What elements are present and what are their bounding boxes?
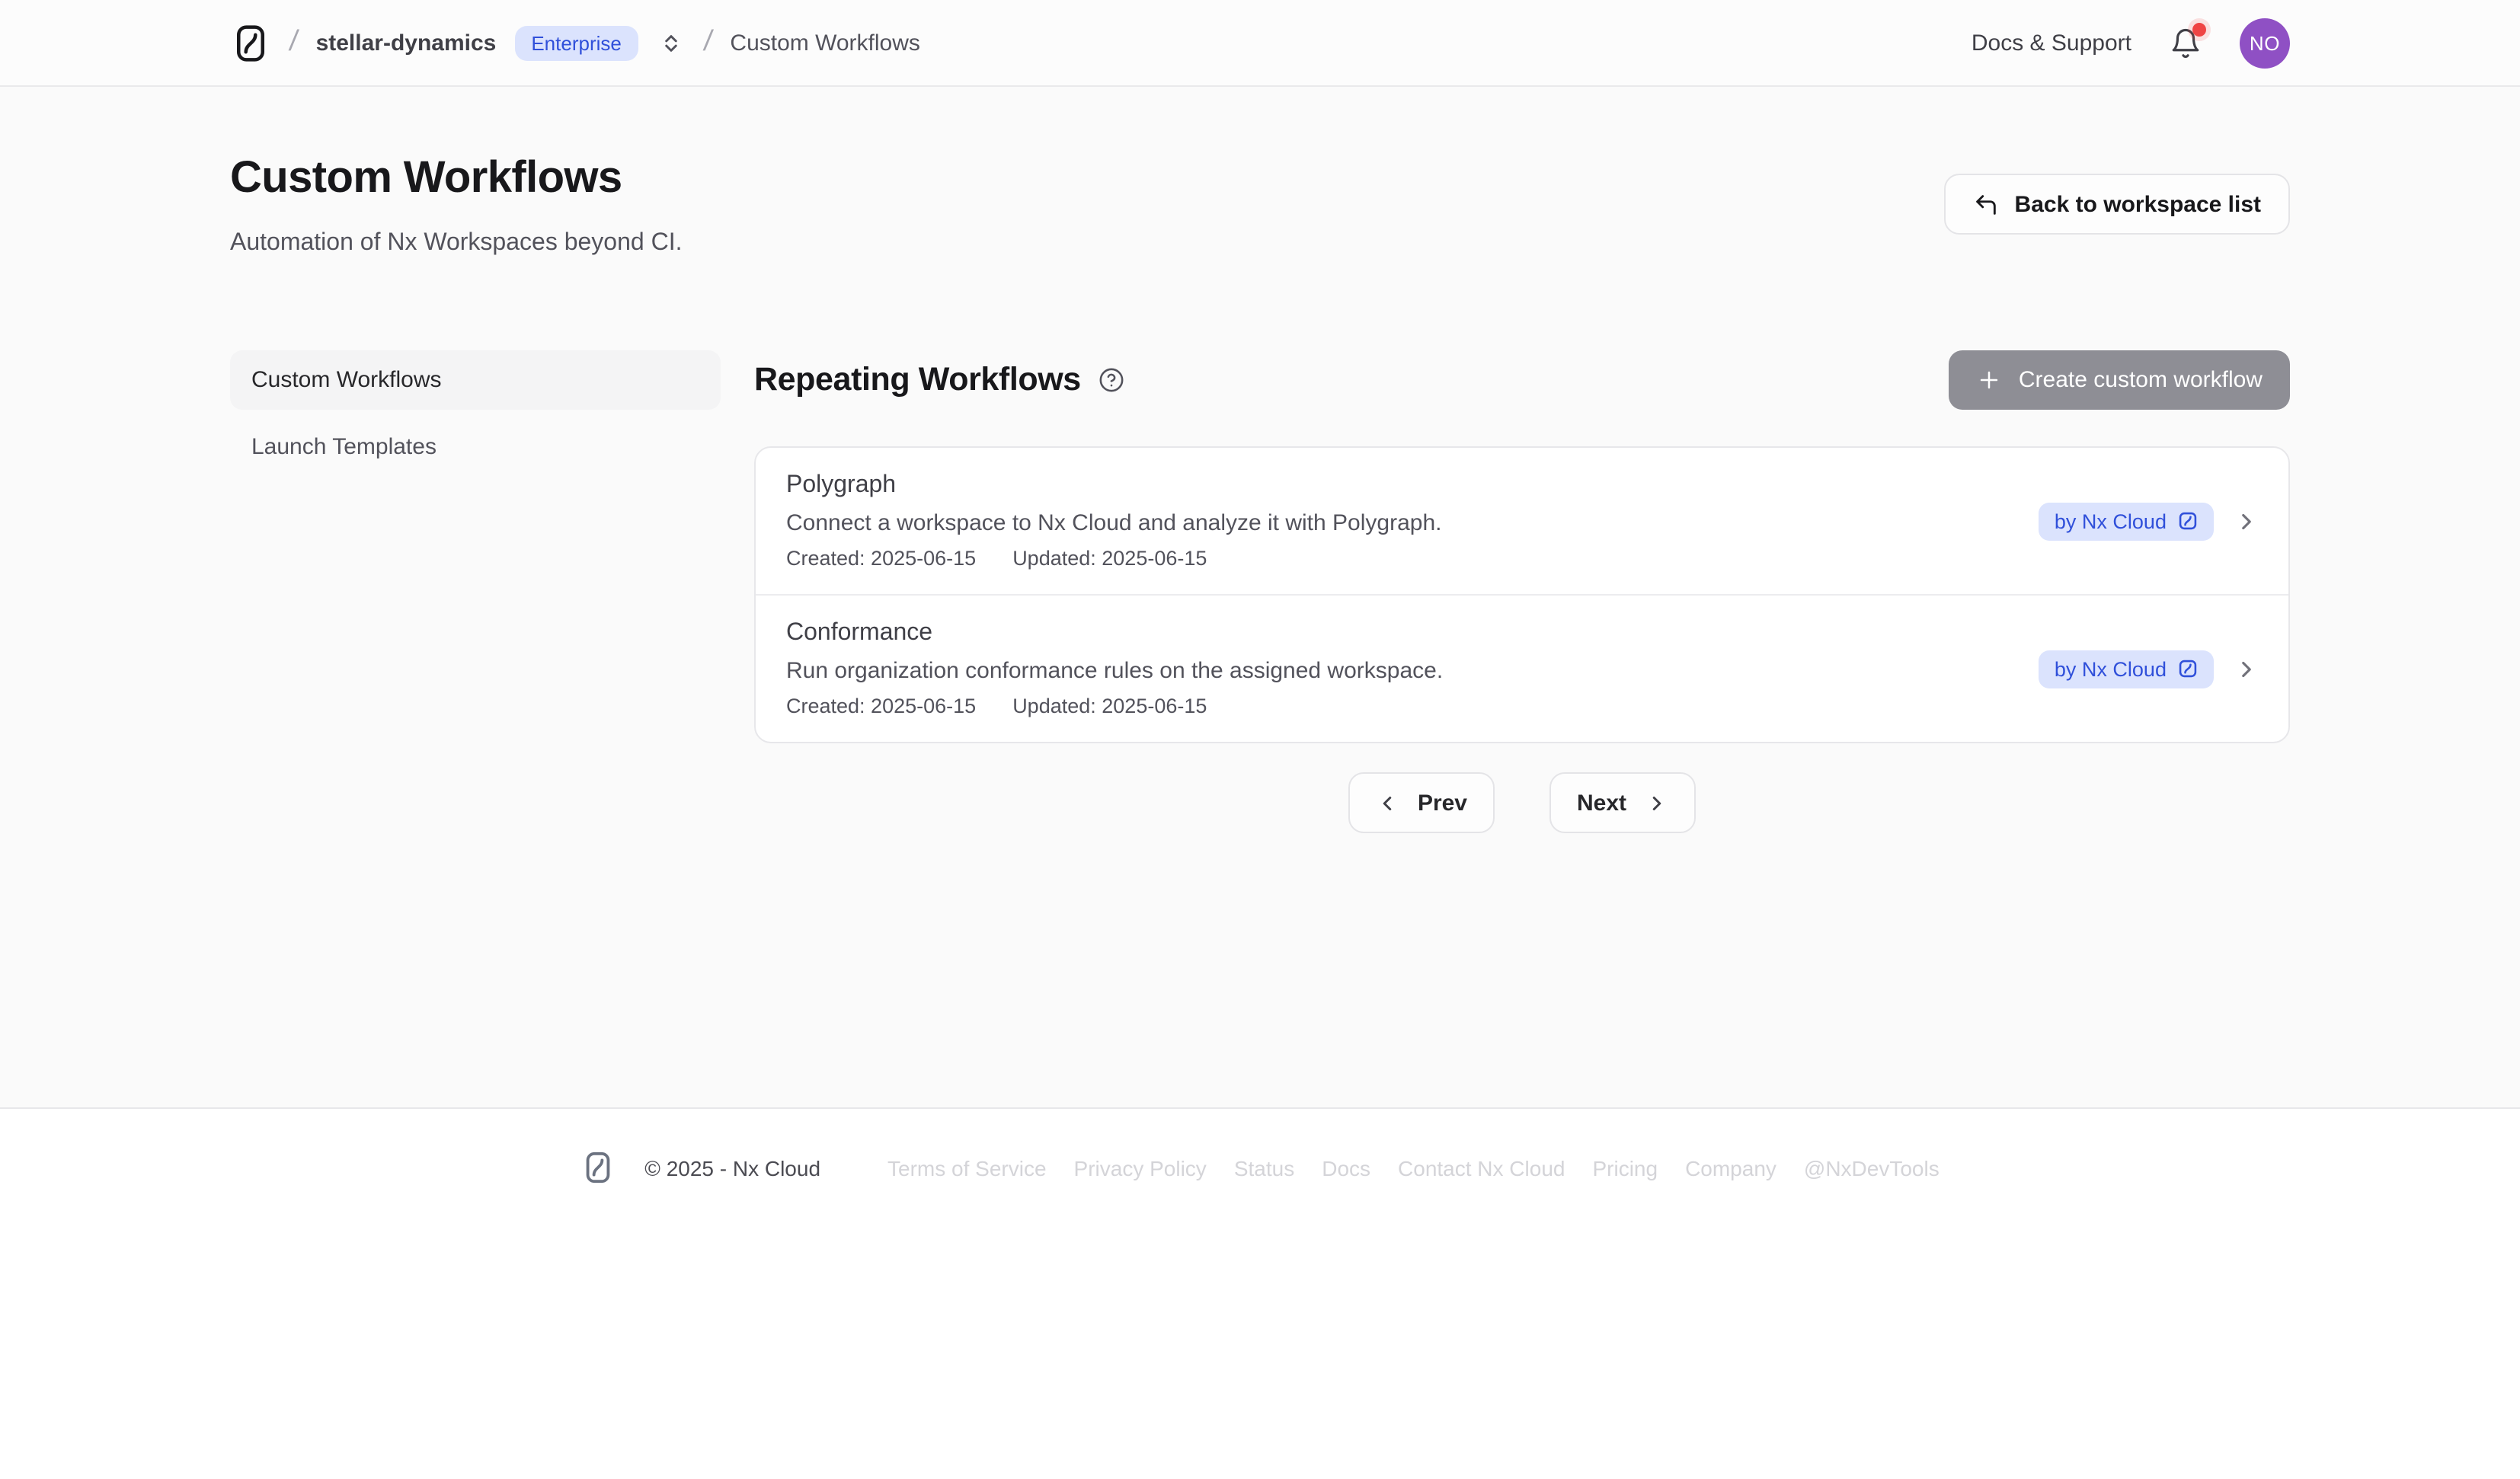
footer-link-pricing[interactable]: Pricing (1592, 1155, 1658, 1180)
create-button-label: Create custom workflow (2019, 367, 2263, 393)
chevrons-up-down-icon (660, 31, 683, 54)
workflow-updated: Updated: 2025-06-15 (1012, 695, 1207, 717)
section-title: Repeating Workflows (754, 361, 1081, 399)
nx-logo-mini-icon (2177, 658, 2199, 679)
breadcrumb: / stellar-dynamics Enterprise / Custom W… (230, 22, 920, 63)
plus-icon (1976, 367, 2002, 393)
nx-logo-icon[interactable] (230, 22, 271, 63)
by-nx-cloud-badge[interactable]: by Nx Cloud (2039, 650, 2214, 688)
page-subtitle: Automation of Nx Workspaces beyond CI. (230, 230, 682, 257)
notification-dot (2192, 22, 2206, 36)
workflow-updated: Updated: 2025-06-15 (1012, 547, 1207, 570)
page-header: Custom Workflows Automation of Nx Worksp… (230, 154, 2290, 257)
by-nx-cloud-badge[interactable]: by Nx Cloud (2039, 502, 2214, 540)
workflow-description: Connect a workspace to Nx Cloud and anal… (786, 510, 1441, 536)
top-nav: / stellar-dynamics Enterprise / Custom W… (0, 0, 2520, 87)
back-to-workspace-list-button[interactable]: Back to workspace list (1945, 174, 2290, 235)
help-circle-icon (1099, 367, 1125, 393)
breadcrumb-separator: / (287, 26, 300, 59)
chevron-left-icon (1377, 791, 1399, 814)
breadcrumb-current-page: Custom Workflows (730, 30, 920, 56)
workflow-description: Run organization conformance rules on th… (786, 658, 1443, 684)
site-footer: © 2025 - Nx Cloud Terms of Service Priva… (0, 1107, 2520, 1185)
workflow-row-actions: by Nx Cloud (2039, 502, 2259, 540)
header-actions: Docs & Support NO (1972, 18, 2290, 68)
workflow-created: Created: 2025-06-15 (786, 695, 976, 717)
next-label: Next (1577, 790, 1626, 816)
corner-up-left-icon (1974, 191, 2000, 217)
footer-links: Terms of Service Privacy Policy Status D… (887, 1155, 1940, 1180)
create-custom-workflow-button[interactable]: Create custom workflow (1949, 350, 2290, 410)
sidebar-item-launch-templates[interactable]: Launch Templates (230, 417, 721, 477)
breadcrumb-separator: / (702, 26, 715, 59)
workflow-row-actions: by Nx Cloud (2039, 650, 2259, 688)
workflow-list: Polygraph Connect a workspace to Nx Clou… (754, 446, 2290, 743)
footer-link-twitter[interactable]: @NxDevTools (1804, 1155, 1940, 1180)
docs-support-link[interactable]: Docs & Support (1972, 30, 2131, 56)
footer-link-company[interactable]: Company (1685, 1155, 1776, 1180)
workflow-meta: Created: 2025-06-15 Updated: 2025-06-15 (786, 547, 1441, 570)
back-button-label: Back to workspace list (2015, 191, 2261, 217)
workflow-row-conformance[interactable]: Conformance Run organization conformance… (756, 594, 2288, 742)
workflow-created: Created: 2025-06-15 (786, 547, 976, 570)
chevron-right-icon (1645, 791, 1668, 814)
footer-link-contact[interactable]: Contact Nx Cloud (1398, 1155, 1565, 1180)
workflow-row-text: Conformance Run organization conformance… (786, 620, 1443, 717)
workflow-name: Polygraph (786, 472, 1441, 500)
help-button[interactable] (1099, 367, 1125, 393)
badge-label: by Nx Cloud (2055, 510, 2167, 532)
chevron-right-icon (2234, 656, 2259, 682)
sidebar: Custom Workflows Launch Templates (230, 350, 721, 477)
nx-logo-mini-icon (2177, 510, 2199, 532)
page-title: Custom Workflows (230, 154, 682, 204)
user-avatar[interactable]: NO (2240, 18, 2290, 68)
breadcrumb-workspace[interactable]: stellar-dynamics (316, 30, 497, 56)
workflow-meta: Created: 2025-06-15 Updated: 2025-06-15 (786, 695, 1443, 717)
workflow-name: Conformance (786, 620, 1443, 647)
workflow-row-text: Polygraph Connect a workspace to Nx Clou… (786, 472, 1441, 570)
page-root: / stellar-dynamics Enterprise / Custom W… (0, 0, 2520, 1479)
badge-label: by Nx Cloud (2055, 657, 2167, 680)
plan-badge: Enterprise (514, 25, 638, 60)
copyright-text: © 2025 - Nx Cloud (644, 1155, 820, 1180)
footer-link-terms[interactable]: Terms of Service (887, 1155, 1047, 1180)
prev-page-button[interactable]: Prev (1349, 772, 1495, 833)
chevron-right-icon (2234, 508, 2259, 534)
footer-link-docs[interactable]: Docs (1322, 1155, 1370, 1180)
footer-link-status[interactable]: Status (1234, 1155, 1294, 1180)
next-page-button[interactable]: Next (1549, 772, 1695, 833)
repeating-workflows-section: Repeating Workflows (754, 350, 2290, 833)
workspace-switcher-button[interactable] (657, 28, 686, 57)
page-body: Custom Workflows Automation of Nx Worksp… (0, 87, 2520, 1107)
notifications-button[interactable] (2170, 27, 2202, 59)
workflow-row-polygraph[interactable]: Polygraph Connect a workspace to Nx Clou… (756, 448, 2288, 594)
sidebar-item-custom-workflows[interactable]: Custom Workflows (230, 350, 721, 410)
footer-link-privacy[interactable]: Privacy Policy (1074, 1155, 1207, 1180)
pagination: Prev Next (754, 772, 2290, 833)
prev-label: Prev (1418, 790, 1467, 816)
nx-footer-logo-icon (580, 1150, 616, 1185)
